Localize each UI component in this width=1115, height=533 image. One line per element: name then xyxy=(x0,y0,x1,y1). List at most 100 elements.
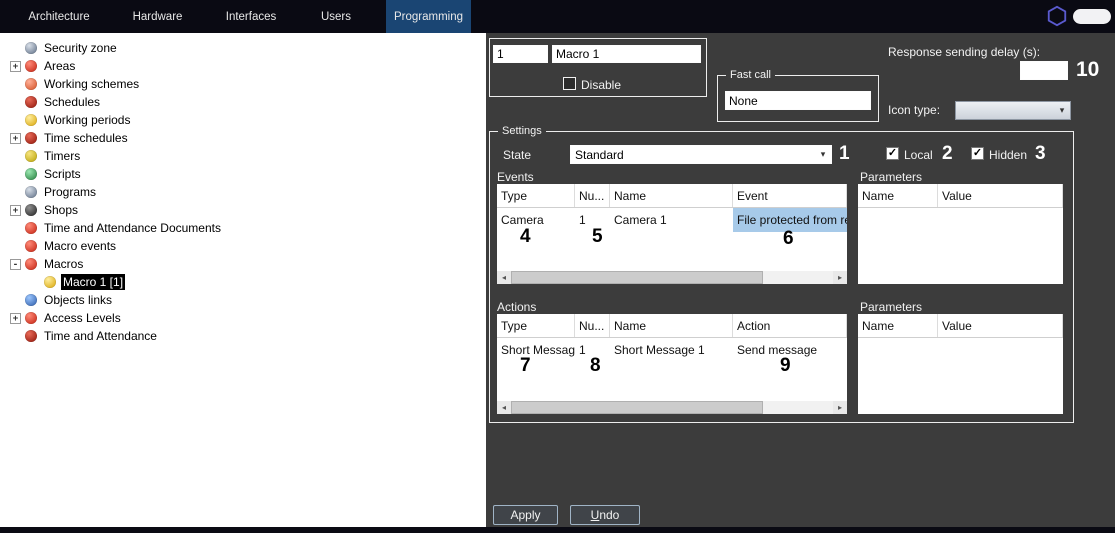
event-name-cell[interactable]: Camera 1 xyxy=(610,208,733,232)
events-param-col-value[interactable]: Value xyxy=(938,184,1063,207)
tree-item-access-levels[interactable]: +Access Levels xyxy=(4,309,486,327)
app-logo-hexagon-icon xyxy=(1046,5,1068,27)
fast-call-title: Fast call xyxy=(726,68,775,82)
undo-button[interactable]: Undo xyxy=(570,505,640,525)
events-col-event[interactable]: Event xyxy=(733,184,847,207)
actions-table[interactable]: Type Nu... Name Action Short Message 1 S… xyxy=(497,314,847,414)
annotation-7: 7 xyxy=(520,356,531,375)
tab-users[interactable]: Users xyxy=(305,0,367,33)
actions-param-col-name[interactable]: Name xyxy=(858,314,938,337)
disable-checkbox[interactable]: ✓ xyxy=(563,77,576,90)
settings-title: Settings xyxy=(498,124,546,138)
tree-item-areas[interactable]: +Areas xyxy=(4,57,486,75)
events-parameters-table[interactable]: Name Value xyxy=(858,184,1063,284)
actions-label: Actions xyxy=(497,300,536,314)
actions-col-action[interactable]: Action xyxy=(733,314,847,337)
areas-icon xyxy=(25,60,37,72)
events-col-number[interactable]: Nu... xyxy=(575,184,610,207)
actions-col-type[interactable]: Type xyxy=(497,314,575,337)
event-type-cell[interactable]: Camera xyxy=(497,208,575,232)
tree-item-macro-events[interactable]: Macro events xyxy=(4,237,486,255)
macro-icon xyxy=(44,276,56,288)
actions-table-header: Type Nu... Name Action xyxy=(497,314,847,338)
top-navigation-bar: Architecture Hardware Interfaces Users P… xyxy=(0,0,1115,33)
tree-item-macro-1[interactable]: Macro 1 [1] xyxy=(4,273,486,291)
tree-item-macros[interactable]: -Macros xyxy=(4,255,486,273)
local-label: Local xyxy=(904,148,933,162)
scroll-right-icon[interactable]: ▸ xyxy=(833,271,847,284)
time-schedules-expand-icon[interactable]: + xyxy=(10,133,21,144)
tab-interfaces[interactable]: Interfaces xyxy=(212,0,290,33)
actions-param-col-value[interactable]: Value xyxy=(938,314,1063,337)
macros-icon xyxy=(25,258,37,270)
tree-item-working-periods[interactable]: Working periods xyxy=(4,111,486,129)
events-table[interactable]: Type Nu... Name Event Camera 1 Camera 1 … xyxy=(497,184,847,284)
scroll-left-icon[interactable]: ◂ xyxy=(497,271,511,284)
annotation-9: 9 xyxy=(780,356,791,375)
actions-hscrollbar[interactable]: ◂ ▸ xyxy=(497,401,847,414)
macro-name-input[interactable] xyxy=(552,45,701,63)
action-name-cell[interactable]: Short Message 1 xyxy=(610,338,733,362)
events-col-type[interactable]: Type xyxy=(497,184,575,207)
tree-item-security-zone[interactable]: Security zone xyxy=(4,39,486,57)
timers-icon xyxy=(25,150,37,162)
response-delay-label: Response sending delay (s): xyxy=(888,45,1040,59)
state-label: State xyxy=(503,148,531,162)
tab-programming[interactable]: Programming xyxy=(386,0,471,33)
macro-number-input[interactable] xyxy=(493,45,548,63)
events-param-col-name[interactable]: Name xyxy=(858,184,938,207)
tree-item-shops[interactable]: +Shops xyxy=(4,201,486,219)
tab-architecture[interactable]: Architecture xyxy=(14,0,104,33)
access-levels-expand-icon[interactable]: + xyxy=(10,313,21,324)
scroll-right-icon[interactable]: ▸ xyxy=(833,401,847,414)
state-dropdown[interactable]: Standard ▾ xyxy=(570,145,832,164)
icon-type-dropdown[interactable]: ▾ xyxy=(955,101,1071,120)
scripts-icon xyxy=(25,168,37,180)
tree-item-schedules[interactable]: Schedules xyxy=(4,93,486,111)
actions-scroll-thumb[interactable] xyxy=(511,401,763,414)
annotation-10: 10 xyxy=(1076,59,1099,80)
actions-scroll-track[interactable] xyxy=(763,401,833,414)
actions-col-number[interactable]: Nu... xyxy=(575,314,610,337)
events-parameters-header: Name Value xyxy=(858,184,1063,208)
tree-item-working-schemes[interactable]: Working schemes xyxy=(4,75,486,93)
tad-documents-icon xyxy=(25,222,37,234)
scroll-left-icon[interactable]: ◂ xyxy=(497,401,511,414)
tree-item-objects-links[interactable]: Objects links xyxy=(4,291,486,309)
events-col-name[interactable]: Name xyxy=(610,184,733,207)
events-hscrollbar[interactable]: ◂ ▸ xyxy=(497,271,847,284)
tree-item-programs[interactable]: Programs xyxy=(4,183,486,201)
tree-item-time-and-attendance[interactable]: Time and Attendance xyxy=(4,327,486,345)
tab-hardware[interactable]: Hardware xyxy=(120,0,195,33)
events-table-row[interactable]: Camera 1 Camera 1 File protected from re… xyxy=(497,208,847,232)
check-icon: ✓ xyxy=(888,148,897,159)
macros-collapse-icon[interactable]: - xyxy=(10,259,21,270)
object-tree: Security zone +Areas Working schemes Sch… xyxy=(4,39,486,345)
areas-expand-icon[interactable]: + xyxy=(10,61,21,72)
response-delay-input[interactable] xyxy=(1020,61,1068,80)
programs-icon xyxy=(25,186,37,198)
fast-call-input[interactable] xyxy=(725,91,871,110)
annotation-1: 1 xyxy=(839,144,850,163)
shops-expand-icon[interactable]: + xyxy=(10,205,21,216)
check-icon: ✓ xyxy=(973,148,982,159)
apply-button[interactable]: Apply xyxy=(493,505,558,525)
local-checkbox[interactable]: ✓ xyxy=(886,147,899,160)
tree-item-scripts[interactable]: Scripts xyxy=(4,165,486,183)
security-zone-icon xyxy=(25,42,37,54)
events-scroll-track[interactable] xyxy=(763,271,833,284)
access-levels-icon xyxy=(25,312,37,324)
time-schedules-icon xyxy=(25,132,37,144)
topbar-pill[interactable] xyxy=(1073,9,1111,24)
events-label: Events xyxy=(497,170,534,184)
tree-item-timers[interactable]: Timers xyxy=(4,147,486,165)
events-scroll-thumb[interactable] xyxy=(511,271,763,284)
tree-item-time-schedules[interactable]: +Time schedules xyxy=(4,129,486,147)
action-type-cell[interactable]: Short Message xyxy=(497,338,575,362)
actions-col-name[interactable]: Name xyxy=(610,314,733,337)
actions-parameters-header: Name Value xyxy=(858,314,1063,338)
hidden-checkbox[interactable]: ✓ xyxy=(971,147,984,160)
tree-item-time-and-attendance-documents[interactable]: Time and Attendance Documents xyxy=(4,219,486,237)
actions-table-row[interactable]: Short Message 1 Short Message 1 Send mes… xyxy=(497,338,847,362)
actions-parameters-table[interactable]: Name Value xyxy=(858,314,1063,414)
